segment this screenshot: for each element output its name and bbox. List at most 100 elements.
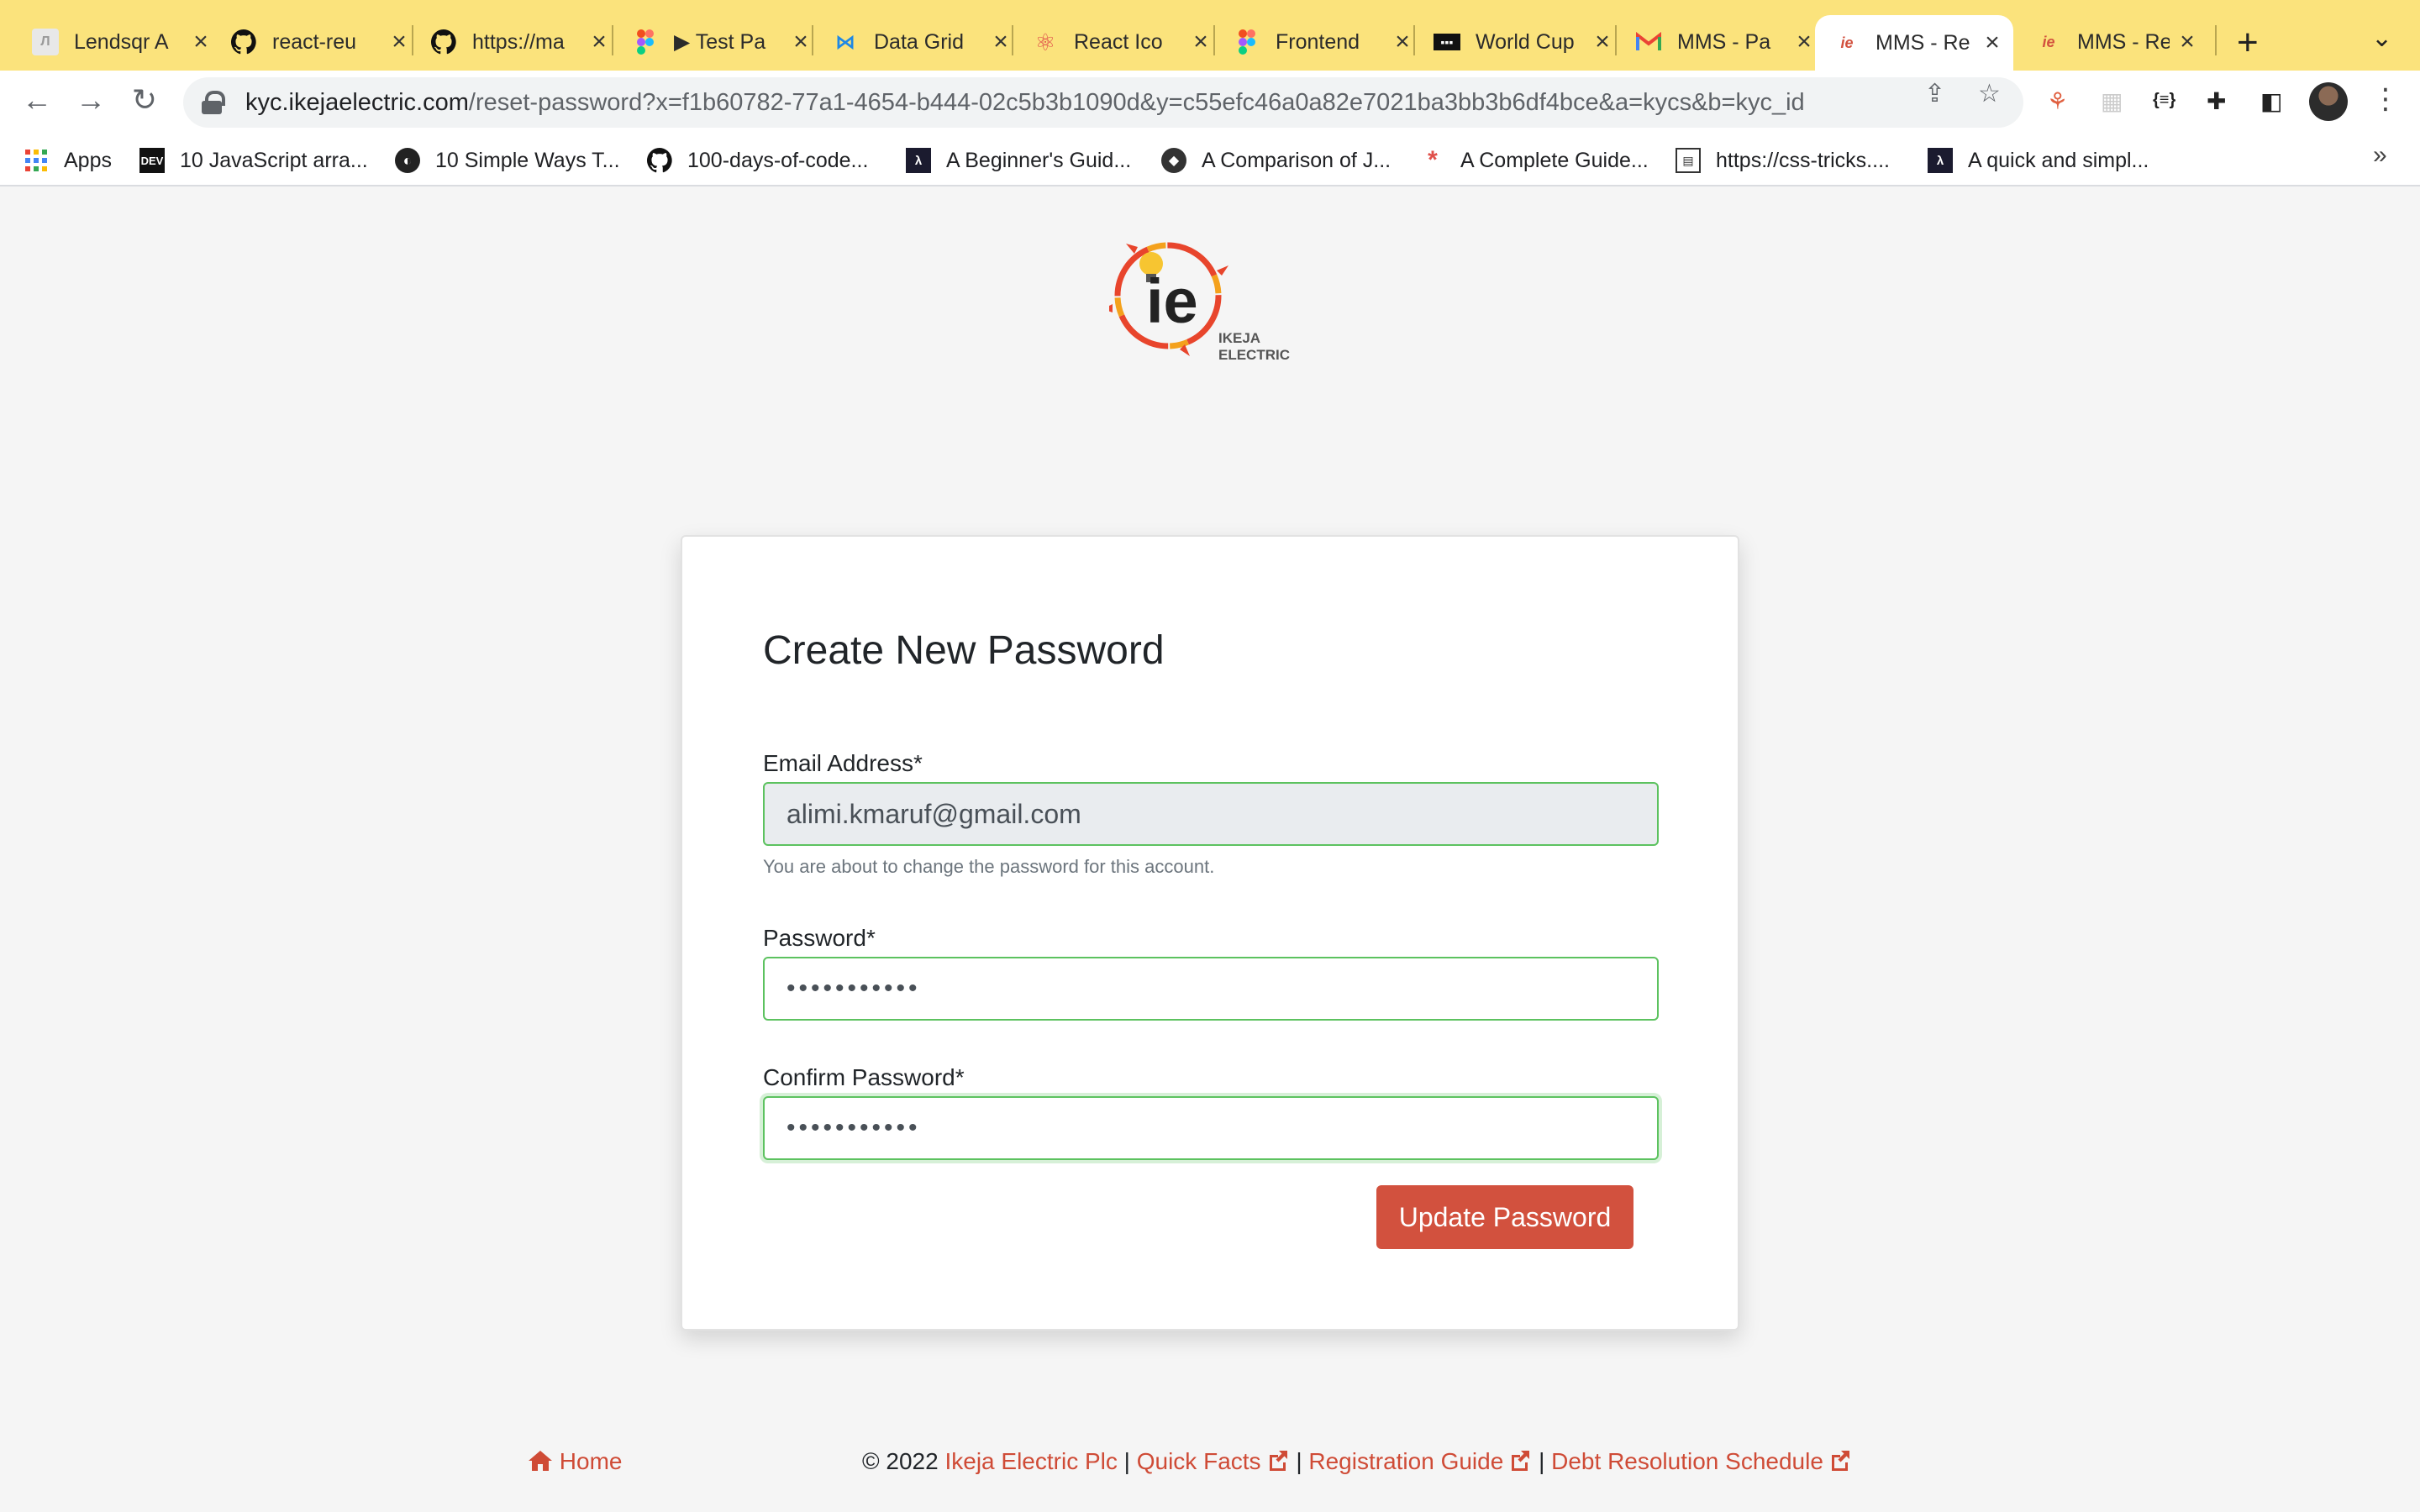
asterisk-icon: * [1428,146,1438,174]
close-icon[interactable]: × [1188,28,1213,56]
bookmark-star-icon[interactable]: ☆ [1978,79,2001,108]
new-tab-plus-icon[interactable]: + [2237,22,2259,64]
close-icon[interactable]: × [1980,29,2005,57]
close-icon[interactable]: × [587,28,612,56]
debt-resolution-link[interactable]: Debt Resolution Schedule [1551,1448,1852,1474]
bookmark-css-tricks[interactable]: ▤ https://css-tricks.... [1676,144,1890,176]
tab-world-cup[interactable]: ▪▪▪ World Cup × [1434,20,1615,64]
kebab-menu-icon[interactable]: ⋮ [2371,82,2400,116]
close-icon[interactable]: × [1390,28,1415,56]
close-icon[interactable]: × [988,28,1013,56]
tab-data-grid[interactable]: ⋈ Data Grid × [832,20,1013,64]
lendsqr-icon: Л [32,29,59,55]
logo-line-1: IKEJA [1218,330,1260,346]
registration-guide-label: Registration Guide [1308,1448,1504,1474]
tab-title: ▶ Test Pa [674,30,766,54]
bookmark-label: A Comparison of J... [1202,148,1392,172]
tab-figma-frontend[interactable]: Frontend × [1234,20,1415,64]
tab-gmail-mms[interactable]: MMS - Pa × [1635,20,1817,64]
bookmark-apps[interactable]: Apps [24,144,112,176]
tab-strip: Л Lendsqr A × react-reu × https://ma × ▶… [0,0,2420,71]
back-arrow-icon[interactable]: ← [17,82,57,118]
card-icon: ▤ [1676,148,1701,173]
url-host: kyc.ikejaelectric.com [245,88,469,116]
password-field[interactable]: ••••••••••• [763,957,1659,1021]
bookmark-quick-simple[interactable]: λ A quick and simpl... [1928,144,2149,176]
browser-toolbar: ← → ↻ kyc.ikejaelectric.com/reset-passwo… [0,71,2420,134]
github-icon [430,29,457,55]
quick-facts-label: Quick Facts [1136,1448,1261,1474]
extension-json-icon[interactable]: {≡} [2153,91,2175,110]
ikeja-icon: ie [2042,33,2055,50]
reset-password-card: Create New Password Email Address* alimi… [681,535,1739,1331]
gmail-icon [1635,29,1662,55]
tab-title: MMS - Re [2077,29,2170,54]
external-link-icon [1831,1451,1849,1471]
lock-icon [202,91,225,114]
bookmarks-overflow-icon[interactable]: » [2373,141,2387,170]
bookmarks-bar: Apps DEV 10 JavaScript arra... ◐ 10 Simp… [0,134,2420,186]
bookmark-label: 100-days-of-code... [687,148,869,172]
close-icon[interactable]: × [387,28,412,56]
forward-arrow-icon[interactable]: → [71,82,111,118]
close-icon[interactable]: × [188,28,213,56]
tab-title: https://ma [472,29,565,54]
bookmark-100-days[interactable]: 100-days-of-code... [647,144,868,176]
extension-sitemap-icon[interactable]: ⚘ [2047,87,2068,115]
apps-grid-icon [24,148,49,173]
reload-icon[interactable]: ↻ [124,82,165,118]
tab-figma-test[interactable]: ▶ Test Pa × [632,20,813,64]
extensions-puzzle-icon[interactable]: ✚ [2207,87,2226,115]
logo-line-2: ELECTRIC [1218,347,1290,363]
figma-icon [632,29,659,55]
tab-github-url[interactable]: https://ma × [430,20,612,64]
github-icon [647,148,672,173]
close-icon[interactable]: × [788,28,813,56]
separator: | [1296,1448,1302,1474]
bookmark-label: A quick and simpl... [1968,148,2149,172]
bookmark-label: 10 Simple Ways T... [435,148,620,172]
tab-mms-reset-active[interactable]: ie MMS - Re × [1815,15,2013,71]
globe-icon: ◐ [395,148,420,173]
tab-react-reusable[interactable]: react-reu × [230,20,412,64]
quick-facts-link[interactable]: Quick Facts [1137,1448,1290,1474]
close-icon[interactable]: × [1791,28,1817,56]
figma-icon [1234,29,1260,55]
tab-title: Frontend [1276,29,1360,54]
password-label: Password* [763,925,876,951]
page-title: Create New Password [763,628,1165,673]
tab-mms-reset[interactable]: ie MMS - Re × [2035,20,2200,64]
address-bar[interactable]: kyc.ikejaelectric.com/reset-password?x=f… [183,77,2023,128]
mui-icon: ⋈ [835,30,855,54]
bookmark-label: https://css-tricks.... [1716,148,1890,172]
bookmark-comparison[interactable]: ◆ A Comparison of J... [1161,144,1391,176]
extension-grid-icon[interactable]: ▦ [2101,87,2123,115]
confirm-password-field[interactable]: ••••••••••• [763,1096,1659,1160]
footer-home-link[interactable]: Home [528,1448,622,1475]
confirm-password-label: Confirm Password* [763,1064,965,1090]
bookmark-label: Apps [64,148,112,172]
tab-title: React Ico [1074,29,1163,54]
bookmark-simple-ways[interactable]: ◐ 10 Simple Ways T... [395,144,620,176]
tab-search-chevron-icon[interactable]: ⌄ [2371,24,2392,53]
bookmark-label: A Complete Guide... [1460,148,1649,172]
ikeja-icon: ie [1840,34,1854,51]
diamond-icon: ◆ [1161,148,1186,173]
bookmark-beginners-guide[interactable]: λ A Beginner's Guid... [906,144,1131,176]
home-icon [528,1448,560,1474]
profile-avatar[interactable] [2309,82,2348,121]
url-path: /reset-password?x=f1b60782-77a1-4654-b44… [468,88,1805,116]
ikeja-electric-logo: ie IKEJA ELECTRIC [1102,228,1302,371]
company-link[interactable]: Ikeja Electric Plc [944,1448,1117,1474]
email-help-text: You are about to change the password for… [763,856,1215,877]
close-icon[interactable]: × [2175,28,2200,56]
update-password-button[interactable]: Update Password [1376,1185,1634,1249]
bookmark-js-arrays[interactable]: DEV 10 JavaScript arra... [139,144,368,176]
close-icon[interactable]: × [1590,28,1615,56]
tab-lendsqr[interactable]: Л Lendsqr A × [32,20,213,64]
side-panel-icon[interactable]: ◧ [2260,87,2282,115]
registration-guide-link[interactable]: Registration Guide [1308,1448,1532,1474]
bookmark-complete-guide[interactable]: * A Complete Guide... [1420,144,1649,176]
tab-react-icons[interactable]: ⚛ React Ico × [1032,20,1213,64]
share-icon[interactable]: ⇪ [1924,79,1945,108]
